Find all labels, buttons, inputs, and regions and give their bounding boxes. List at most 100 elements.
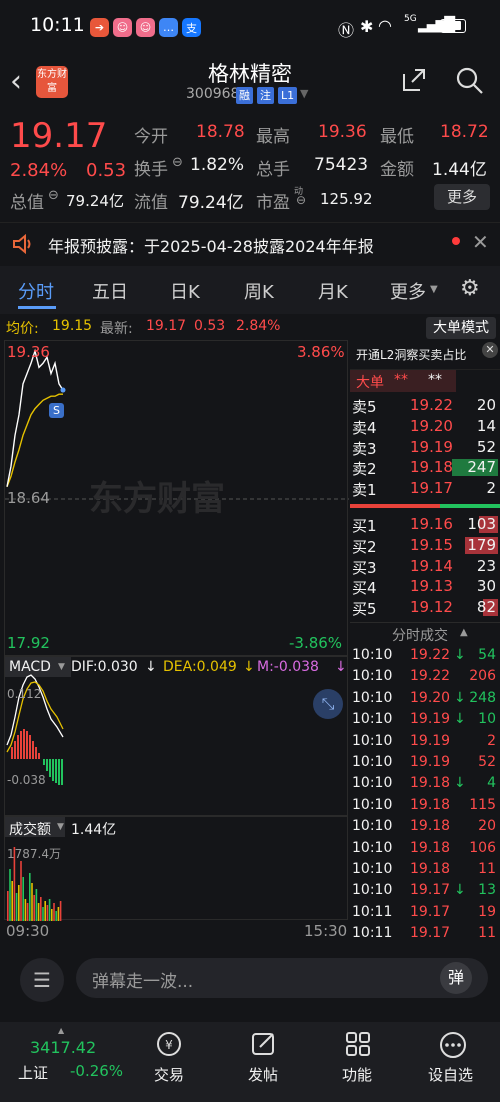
info-icon[interactable]: ⊖ bbox=[172, 155, 183, 170]
ob-level: 卖2 bbox=[352, 460, 377, 479]
tab-daily-k[interactable]: 日K bbox=[170, 278, 200, 304]
volume-bar bbox=[11, 881, 13, 921]
ob-volume: 20 bbox=[476, 396, 496, 414]
s-badge[interactable]: S bbox=[49, 403, 64, 418]
index-pct[interactable]: -0.26% bbox=[70, 1062, 123, 1080]
settings-gear-icon[interactable]: ⚙ bbox=[460, 276, 480, 301]
orderbook-row[interactable]: 买5 19.12 82 bbox=[350, 597, 500, 618]
volume-bar bbox=[44, 901, 46, 921]
ob-price: 19.12 bbox=[410, 598, 453, 617]
orderbook-row[interactable]: 买2 19.15 179 bbox=[350, 535, 500, 556]
ob-price: 19.20 bbox=[410, 416, 453, 435]
tab-intraday[interactable]: 分时 bbox=[18, 278, 54, 304]
ob-level: 买3 bbox=[352, 558, 377, 577]
latest-point bbox=[60, 387, 66, 393]
tab-weekly-k[interactable]: 周K bbox=[244, 278, 274, 304]
chevron-down-icon[interactable]: ▼ bbox=[58, 662, 65, 672]
chart-tabs: 分时 五日 日K 周K 月K 更多 ▼ ⚙ bbox=[0, 266, 500, 314]
pe-value: 125.92 bbox=[320, 190, 373, 208]
ob-price: 19.18 bbox=[410, 458, 453, 477]
index-value[interactable]: 3417.42 bbox=[30, 1038, 96, 1057]
pct-bottom: -3.86% bbox=[289, 634, 343, 652]
trade-time: 10:10 bbox=[352, 775, 393, 792]
trade-volume: 4 bbox=[487, 775, 496, 792]
trade-volume: 248 bbox=[469, 689, 496, 706]
big-order-stars: ** bbox=[394, 372, 408, 388]
trade-price: 19.17 bbox=[410, 882, 451, 899]
battery-icon bbox=[440, 19, 466, 33]
big-order-label: 大单 bbox=[356, 375, 384, 391]
share-icon[interactable] bbox=[400, 66, 428, 94]
notice-bar[interactable]: 年报预披露：于2025-04-28披露2024年年报 ✕ bbox=[0, 222, 500, 264]
tab-monthly-k[interactable]: 月K bbox=[318, 278, 348, 304]
trade-volume: 10 bbox=[478, 711, 496, 728]
danmu-button[interactable]: 弹 bbox=[440, 962, 472, 994]
trades-header[interactable]: 分时成交 ▲ bbox=[350, 622, 500, 644]
orderbook-row[interactable]: 卖4 19.20 14 bbox=[350, 416, 500, 437]
info-icon[interactable]: ⊖ bbox=[48, 188, 59, 203]
nav-post[interactable]: 发帖 bbox=[248, 1064, 278, 1085]
volume-bar bbox=[22, 877, 24, 921]
volume-label[interactable]: 成交额 bbox=[9, 819, 51, 839]
index-name[interactable]: 上证 bbox=[18, 1062, 48, 1083]
ob-volume: 247 bbox=[467, 458, 496, 477]
trade-time: 10:10 bbox=[352, 882, 393, 899]
notice-text: 年报预披露：于2025-04-28披露2024年年报 bbox=[48, 237, 374, 256]
trade-row: 10:10 19.18 106 bbox=[350, 839, 500, 861]
more-button[interactable]: 更多 bbox=[434, 184, 490, 210]
big-order-mode-button[interactable]: 大单模式 bbox=[426, 317, 496, 339]
price-line bbox=[6, 348, 64, 487]
volume-top: 1787.4万 bbox=[7, 847, 61, 861]
unread-dot bbox=[452, 237, 460, 245]
orderbook-row[interactable]: 卖2 19.18 247 bbox=[350, 457, 500, 478]
orderbook-row[interactable]: 卖3 19.19 52 bbox=[350, 437, 500, 458]
comment-input[interactable]: 弹幕走一波... 弹 bbox=[76, 958, 488, 998]
macd-panel[interactable]: MACD ▼ DIF:0.030 ↓ DEA:0.049 ↓ M:-0.038 … bbox=[4, 656, 348, 816]
trade-price: 19.18 bbox=[410, 818, 451, 835]
search-icon[interactable] bbox=[455, 66, 485, 96]
trade-time: 10:10 bbox=[352, 839, 393, 856]
info-icon[interactable]: ⊖ bbox=[296, 193, 306, 207]
nav-function[interactable]: 功能 bbox=[342, 1064, 372, 1085]
latest-value: 19.17 bbox=[146, 318, 187, 334]
orderbook-row[interactable]: 卖1 19.17 2 bbox=[350, 478, 500, 499]
tab-more[interactable]: 更多 bbox=[390, 278, 426, 304]
orderbook-row[interactable]: 卖5 19.22 20 bbox=[350, 395, 500, 416]
float-value: 79.24亿 bbox=[178, 193, 244, 213]
chevron-down-icon[interactable]: ▼ bbox=[57, 822, 64, 832]
post-icon[interactable] bbox=[250, 1030, 278, 1058]
trade-time: 10:11 bbox=[352, 903, 393, 920]
intraday-chart[interactable]: 东方财富 19.36 3.86% 18.64 17.92 -3.86% S bbox=[4, 340, 349, 656]
tab-five-day[interactable]: 五日 bbox=[92, 278, 128, 304]
trade-icon[interactable]: ¥ bbox=[154, 1030, 184, 1058]
change-pct: 2.84% bbox=[10, 160, 68, 181]
trade-time: 10:10 bbox=[352, 861, 393, 877]
trade-price: 19.19 bbox=[410, 711, 451, 728]
macd-label[interactable]: MACD bbox=[9, 659, 51, 675]
orderbook-row[interactable]: 买3 19.14 23 bbox=[350, 556, 500, 577]
nav-add-watch[interactable]: 设自选 bbox=[428, 1064, 473, 1085]
ob-price: 19.16 bbox=[410, 515, 453, 533]
expand-icon[interactable]: ⤡ bbox=[313, 689, 343, 719]
dropdown-icon[interactable]: ▼ bbox=[300, 87, 308, 100]
ob-price: 19.15 bbox=[410, 535, 453, 554]
trade-row: 10:10 19.18 20 bbox=[350, 817, 500, 839]
volume-bar bbox=[20, 861, 22, 921]
l2-banner[interactable]: 开通L2洞察买卖占比 ✕ bbox=[350, 340, 500, 370]
nav-trade[interactable]: 交易 bbox=[154, 1064, 184, 1085]
close-icon[interactable]: ✕ bbox=[472, 230, 489, 254]
function-grid-icon[interactable] bbox=[344, 1030, 372, 1058]
orderbook-row[interactable]: 买1 19.16 103 bbox=[350, 514, 500, 535]
ratio-bar bbox=[350, 504, 500, 508]
volume-label: 总手 bbox=[256, 160, 290, 180]
more-dots-icon[interactable] bbox=[438, 1030, 468, 1060]
ob-price: 19.22 bbox=[410, 396, 453, 414]
close-icon[interactable]: ✕ bbox=[482, 342, 498, 358]
low-label: 最低 bbox=[380, 127, 414, 147]
volume-bar bbox=[26, 903, 29, 921]
danmu-toggle-icon[interactable]: ☰ bbox=[20, 958, 64, 1002]
orderbook-row[interactable]: 买4 19.13 30 bbox=[350, 576, 500, 597]
alipay-icon: 支 bbox=[182, 18, 201, 37]
volume-panel[interactable]: 成交额 ▼ 1.44亿 1787.4万 bbox=[4, 816, 348, 921]
trade-volume: 2 bbox=[487, 732, 496, 749]
